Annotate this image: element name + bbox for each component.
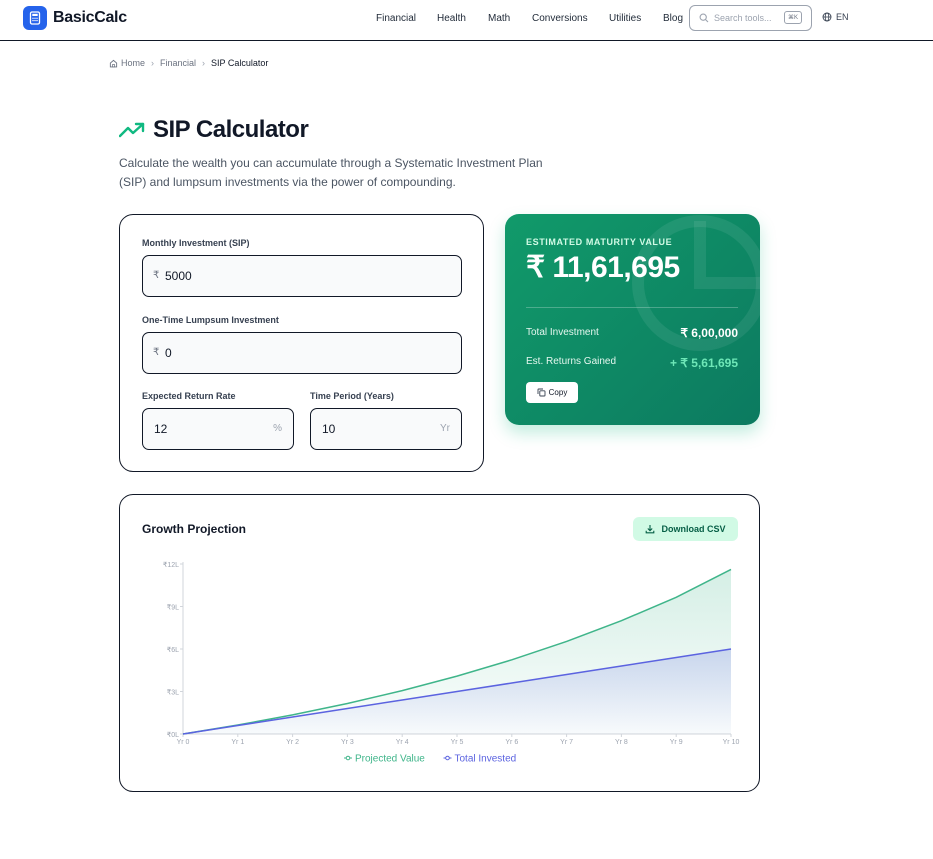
maturity-value: ₹ 11,61,695 bbox=[526, 251, 680, 284]
maturity-label: ESTIMATED MATURITY VALUE bbox=[526, 237, 673, 247]
total-investment-value: ₹ 6,00,000 bbox=[680, 326, 738, 340]
legend-label: Projected Value bbox=[355, 754, 425, 765]
brand-name[interactable]: BasicCalc bbox=[53, 9, 127, 27]
x-tick-label: Yr 1 bbox=[231, 739, 244, 746]
home-icon bbox=[109, 59, 118, 67]
nav-financial[interactable]: Financial bbox=[376, 13, 416, 24]
y-tick-label: ₹6L bbox=[167, 646, 179, 654]
page-subtitle: Calculate the wealth you can accumulate … bbox=[119, 156, 543, 189]
lumpsum-investment-value: 0 bbox=[165, 346, 172, 360]
monthly-investment-input[interactable]: ₹ 5000 bbox=[142, 255, 462, 297]
breadcrumb-financial[interactable]: Financial bbox=[160, 58, 196, 68]
return-rate-value: 12 bbox=[154, 422, 168, 436]
x-tick-label: Yr 6 bbox=[505, 739, 518, 746]
x-tick-label: Yr 10 bbox=[723, 739, 740, 746]
y-tick-label: ₹0L bbox=[167, 731, 179, 739]
result-divider bbox=[526, 307, 738, 308]
calculator-logo-icon[interactable] bbox=[23, 6, 47, 30]
y-tick-label: ₹9L bbox=[167, 604, 179, 612]
nav-blog[interactable]: Blog bbox=[663, 13, 683, 24]
chevron-right-icon: › bbox=[202, 58, 206, 68]
total-investment-label: Total Investment bbox=[526, 327, 599, 338]
x-tick-label: Yr 5 bbox=[451, 739, 464, 746]
x-tick-label: Yr 2 bbox=[286, 739, 299, 746]
page-title-row: SIP Calculator bbox=[119, 116, 309, 144]
nav-math[interactable]: Math bbox=[488, 13, 510, 24]
chevron-right-icon: › bbox=[151, 58, 155, 68]
lumpsum-investment-label: One-Time Lumpsum Investment bbox=[142, 315, 279, 325]
breadcrumb: Home › Financial › SIP Calculator bbox=[109, 58, 268, 68]
nav-utilities[interactable]: Utilities bbox=[609, 13, 641, 24]
maturity-result-card: ESTIMATED MATURITY VALUE ₹ 11,61,695 Tot… bbox=[505, 214, 760, 425]
legend-marker-icon bbox=[445, 755, 450, 761]
search-shortcut-badge: ⌘K bbox=[783, 11, 802, 24]
x-tick-label: Yr 7 bbox=[560, 739, 573, 746]
copy-button[interactable]: Copy bbox=[526, 382, 578, 403]
x-tick-label: Yr 4 bbox=[396, 739, 409, 746]
nav-health[interactable]: Health bbox=[437, 13, 466, 24]
time-period-input[interactable]: 10 Yr bbox=[310, 408, 462, 450]
return-rate-label: Expected Return Rate bbox=[142, 391, 236, 401]
calculator-input-card: Monthly Investment (SIP) ₹ 5000 One-Time… bbox=[119, 214, 484, 472]
time-period-label: Time Period (Years) bbox=[310, 391, 394, 401]
growth-area-chart: ₹0L ₹3L ₹6L ₹9L ₹12L Yr 0 Yr 1 Yr 2 Yr 3 Yr 4 Yr 5… bbox=[163, 561, 740, 765]
growth-projection-card: Growth Projection Download CSV ₹0L ₹3L ₹6L… bbox=[119, 494, 760, 792]
top-header: BasicCalc Financial Health Math Conversi… bbox=[0, 0, 933, 41]
language-switcher[interactable]: EN bbox=[822, 12, 849, 22]
breadcrumb-home[interactable]: Home bbox=[121, 58, 145, 68]
y-tick-label: ₹3L bbox=[167, 689, 179, 697]
x-tick-label: Yr 9 bbox=[670, 739, 683, 746]
globe-icon bbox=[822, 12, 832, 22]
return-rate-input[interactable]: 12 % bbox=[142, 408, 294, 450]
x-tick-label: Yr 8 bbox=[615, 739, 628, 746]
y-tick-label: ₹12L bbox=[163, 561, 179, 569]
search-input[interactable]: Search tools... ⌘K bbox=[689, 5, 812, 31]
returns-gained-label: Est. Returns Gained bbox=[526, 356, 617, 367]
search-placeholder: Search tools... bbox=[714, 13, 772, 23]
page-title: SIP Calculator bbox=[153, 116, 309, 143]
lumpsum-investment-input[interactable]: ₹ 0 bbox=[142, 332, 462, 374]
trending-up-icon bbox=[119, 122, 145, 138]
breadcrumb-current: SIP Calculator bbox=[211, 58, 269, 68]
language-label: EN bbox=[836, 12, 849, 22]
rupee-prefix: ₹ bbox=[153, 347, 160, 358]
x-tick-label: Yr 3 bbox=[341, 739, 354, 746]
search-icon bbox=[699, 13, 709, 23]
returns-gained-value: + ₹ 5,61,695 bbox=[669, 356, 738, 370]
years-suffix: Yr bbox=[440, 423, 450, 434]
x-tick-label: Yr 0 bbox=[177, 739, 190, 746]
legend-marker-icon bbox=[345, 755, 351, 761]
percent-suffix: % bbox=[273, 423, 282, 434]
copy-icon bbox=[537, 388, 546, 397]
time-period-value: 10 bbox=[322, 422, 336, 436]
monthly-investment-value: 5000 bbox=[165, 269, 192, 283]
monthly-investment-label: Monthly Investment (SIP) bbox=[142, 238, 250, 248]
nav-conversions[interactable]: Conversions bbox=[532, 13, 588, 24]
copy-label: Copy bbox=[548, 388, 568, 397]
rupee-prefix: ₹ bbox=[153, 270, 160, 281]
legend-label: Total Invested bbox=[455, 754, 517, 765]
